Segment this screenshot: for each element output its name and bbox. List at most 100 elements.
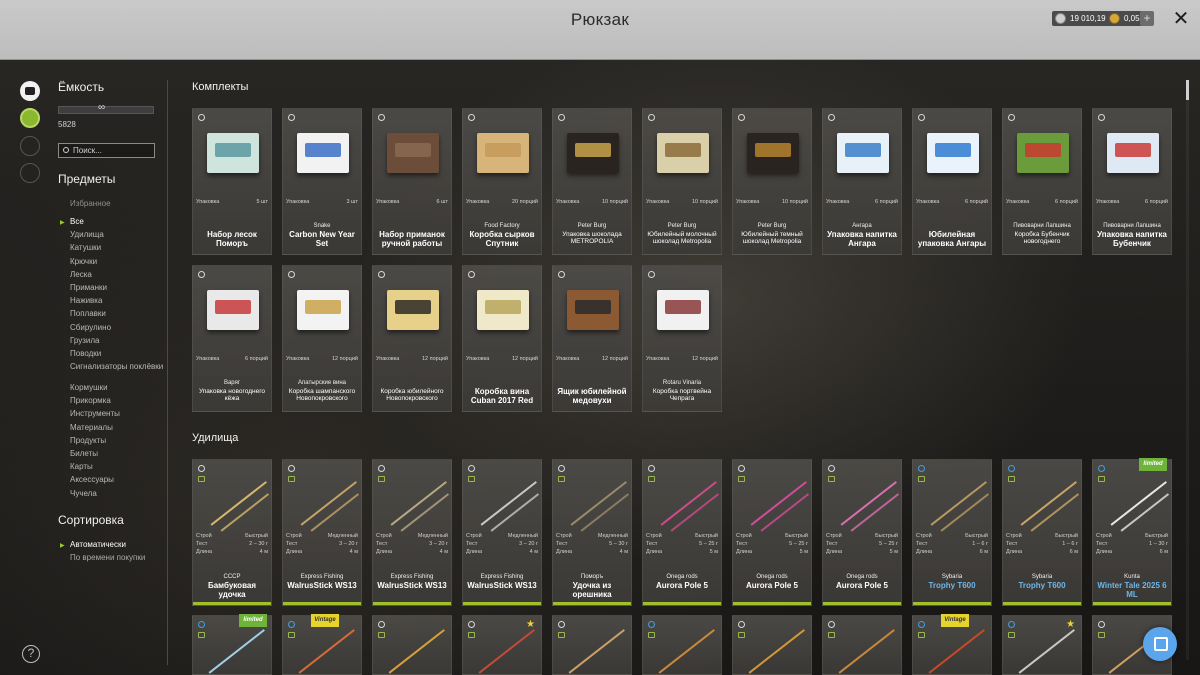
rod-card[interactable]: Строй Медленный Тест 5 – 30 г Длина 4 м Пом… (552, 459, 632, 606)
rod-card[interactable]: ★ (462, 615, 542, 675)
category-item[interactable]: Удилища (70, 230, 165, 243)
category-item[interactable]: Продукты (70, 436, 165, 449)
info-icon[interactable] (468, 271, 475, 278)
info-icon[interactable] (828, 621, 835, 628)
info-icon[interactable] (1098, 621, 1105, 628)
category-item[interactable]: Чучела (70, 489, 165, 502)
set-card[interactable]: Упаковка 10 порций Peter Burg Юбилейный … (732, 108, 812, 255)
info-icon[interactable] (198, 114, 205, 121)
category-item[interactable]: Карты (70, 462, 165, 475)
info-icon[interactable] (558, 271, 565, 278)
close-button[interactable]: ✕ (1170, 8, 1192, 30)
info-icon[interactable] (648, 621, 655, 628)
info-icon[interactable] (1008, 465, 1015, 472)
info-icon[interactable] (198, 465, 205, 472)
set-card[interactable]: Упаковка 12 порций Коробка юбилейного Но… (372, 265, 452, 412)
set-card[interactable]: Упаковка 12 порций Апатырские вина Короб… (282, 265, 362, 412)
info-icon[interactable] (648, 114, 655, 121)
info-icon[interactable] (468, 621, 475, 628)
info-icon[interactable] (738, 465, 745, 472)
set-card[interactable]: Упаковка 6 порций Варяг Упаковка новогод… (192, 265, 272, 412)
category-item[interactable]: Грузила (70, 336, 165, 349)
rod-card[interactable] (642, 615, 722, 675)
rod-card[interactable]: Строй Медленный Тест 3 – 20 г Длина 4 м Exp… (372, 459, 452, 606)
category-item[interactable]: Сбирулино (70, 323, 165, 336)
favorites-filter[interactable]: Избранное (70, 199, 111, 208)
backpack-tab-icon[interactable] (20, 81, 40, 101)
category-item[interactable]: Инструменты (70, 409, 165, 422)
info-icon[interactable] (288, 465, 295, 472)
set-card[interactable]: Упаковка 6 порций Пивоварни Лапшина Коро… (1002, 108, 1082, 255)
rod-card[interactable]: Строй Быстрый Тест 5 – 25 г Длина 5 м Onega… (732, 459, 812, 606)
category-item[interactable]: Кормушки (70, 383, 165, 396)
category-item[interactable]: Аксессуары (70, 475, 165, 488)
category-item[interactable]: Материалы (70, 423, 165, 436)
info-icon[interactable] (558, 465, 565, 472)
rod-card[interactable]: Строй Быстрый Тест 1 – 6 г Длина 6 м Sybari… (912, 459, 992, 606)
storage-tab-icon[interactable] (20, 136, 40, 156)
rod-card[interactable]: Vintage (912, 614, 992, 675)
info-icon[interactable] (828, 114, 835, 121)
info-icon[interactable] (288, 621, 295, 628)
rod-card[interactable]: Строй Быстрый Тест 1 – 6 г Длина 6 м Sybari… (1002, 459, 1082, 606)
info-icon[interactable] (288, 271, 295, 278)
rod-card[interactable]: limited Строй Быстрый Тест 1 – 30 г Длина 6… (1092, 458, 1172, 606)
set-card[interactable]: Упаковка 12 порций Ящик юбилейной медову… (552, 265, 632, 412)
set-card[interactable]: Упаковка 12 порций Коробка вина Cuban 20… (462, 265, 542, 412)
set-card[interactable]: Упаковка 6 порций Пивоварни Лапшина Упак… (1092, 108, 1172, 255)
category-item[interactable]: Билеты (70, 449, 165, 462)
rod-card[interactable] (732, 615, 812, 675)
scrollbar-track[interactable] (1186, 80, 1189, 660)
category-item[interactable]: Приманки (70, 283, 165, 296)
info-icon[interactable] (648, 465, 655, 472)
sort-option-auto[interactable]: Автоматически (70, 540, 126, 549)
info-icon[interactable] (828, 465, 835, 472)
set-card[interactable]: Упаковка 6 порций Ангара Упаковка напитк… (822, 108, 902, 255)
rod-card[interactable] (552, 615, 632, 675)
info-icon[interactable] (1098, 114, 1105, 121)
category-item[interactable]: Все (70, 217, 165, 230)
info-icon[interactable] (468, 465, 475, 472)
info-icon[interactable] (1008, 621, 1015, 628)
rod-card[interactable]: limited (192, 614, 272, 675)
rod-card[interactable]: ★ (1002, 615, 1082, 675)
category-item[interactable]: Крючки (70, 257, 165, 270)
info-icon[interactable] (738, 621, 745, 628)
info-icon[interactable] (918, 465, 925, 472)
info-icon[interactable] (738, 114, 745, 121)
info-icon[interactable] (198, 621, 205, 628)
category-item[interactable]: Катушки (70, 243, 165, 256)
category-item[interactable]: Сигнализаторы поклёвки (70, 362, 165, 383)
help-button[interactable]: ? (22, 645, 40, 663)
info-icon[interactable] (648, 271, 655, 278)
info-icon[interactable] (1098, 465, 1105, 472)
info-icon[interactable] (558, 114, 565, 121)
rod-card[interactable]: Строй Медленный Тест 3 – 20 г Длина 4 м Exp… (462, 459, 542, 606)
rod-card[interactable] (822, 615, 902, 675)
info-icon[interactable] (378, 465, 385, 472)
set-card[interactable]: Упаковка 12 порций Rotaru Vinaria Коробк… (642, 265, 722, 412)
category-item[interactable]: Поводки (70, 349, 165, 362)
info-icon[interactable] (1008, 114, 1015, 121)
set-card[interactable]: Упаковка 10 порций Peter Burg Упаковка ш… (552, 108, 632, 255)
info-icon[interactable] (378, 271, 385, 278)
rod-card[interactable]: Строй Медленный Тест 3 – 20 г Длина 4 м Exp… (282, 459, 362, 606)
category-item[interactable]: Поплавки (70, 309, 165, 322)
rod-card[interactable]: Строй Быстрый Тест 5 – 25 г Длина 5 м Onega… (822, 459, 902, 606)
rod-card[interactable]: Строй Быстрый Тест 5 – 25 г Длина 5 м Onega… (642, 459, 722, 606)
set-card[interactable]: Упаковка 6 шт Набор приманок ручной рабо… (372, 108, 452, 255)
info-icon[interactable] (378, 621, 385, 628)
category-item[interactable]: Леска (70, 270, 165, 283)
set-card[interactable]: Упаковка 20 порций Food Factory Коробка … (462, 108, 542, 255)
rod-card[interactable] (372, 615, 452, 675)
rod-card[interactable]: Vintage (282, 614, 362, 675)
select-cursor-button[interactable] (1143, 627, 1177, 661)
set-card[interactable]: Упаковка 3 шт Snake Carbon New Year Set (282, 108, 362, 255)
search-input[interactable]: Поиск... (58, 143, 155, 158)
info-icon[interactable] (198, 271, 205, 278)
add-currency-button[interactable]: + (1140, 11, 1154, 26)
info-icon[interactable] (468, 114, 475, 121)
set-card[interactable]: Упаковка 10 порций Peter Burg Юбилейный … (642, 108, 722, 255)
info-icon[interactable] (378, 114, 385, 121)
set-card[interactable]: Упаковка 5 шт Набор лесок Поморъ (192, 108, 272, 255)
